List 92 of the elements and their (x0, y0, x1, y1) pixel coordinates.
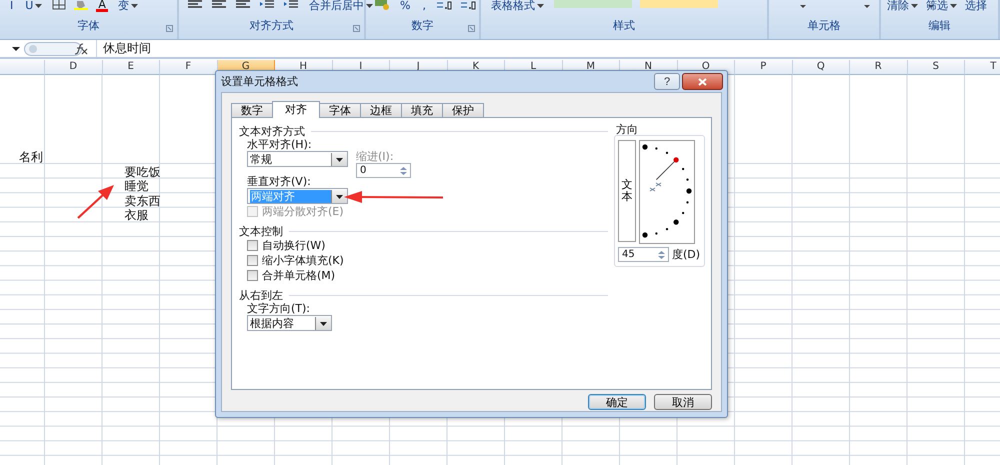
caret-icon (331, 190, 347, 202)
section-title: 文本控制 (239, 224, 283, 238)
caret-icon (950, 4, 957, 8)
ribbon-button[interactable]: I (8, 0, 16, 12)
decimal-icon[interactable] (436, 0, 452, 10)
ribbon-button[interactable]: 选择 (963, 0, 989, 12)
section-title: 从右到左 (239, 288, 283, 302)
decimal-icon[interactable] (460, 0, 476, 10)
field-label: 垂直对齐(V): (247, 175, 312, 188)
cell-text: 要吃饭 (124, 164, 160, 179)
ribbon-dropdown[interactable]: 变 (116, 0, 140, 12)
caret-icon (130, 4, 138, 8)
group-label: 样式 (612, 19, 636, 33)
ribbon-dropdown[interactable]: 筛选 (924, 0, 959, 12)
degrees-spinner[interactable]: 45 (618, 247, 669, 262)
group-label: 对齐方式 (248, 19, 294, 33)
field-label: 度(D) (672, 247, 700, 262)
caret-icon (315, 316, 331, 330)
checkbox[interactable] (247, 255, 258, 266)
ribbon-dropdown[interactable]: 清除 (885, 0, 920, 12)
style-swatch[interactable] (640, 0, 718, 8)
caret-icon[interactable] (12, 46, 20, 52)
checkbox[interactable] (247, 240, 258, 251)
section-title: 方向 (616, 124, 639, 135)
indent-icon[interactable] (259, 0, 275, 10)
checkbox-label: 缩小字体填充(K) (262, 253, 344, 268)
caret-icon (366, 4, 373, 8)
align-icon[interactable] (211, 0, 227, 10)
dialog-button[interactable]: 确定 (588, 394, 646, 410)
ribbon-dropdown[interactable]: U (23, 0, 44, 12)
cell-text: 名利 (19, 150, 44, 164)
tab[interactable]: 字体 (319, 103, 361, 117)
column-header[interactable]: D (45, 60, 102, 75)
section-title: 文本对齐方式 (239, 124, 305, 138)
orientation-dial[interactable] (639, 140, 695, 244)
close-icon (698, 78, 707, 86)
checkbox-label: 合并单元格(M) (262, 268, 336, 283)
formula-input[interactable]: 休息时间 (96, 40, 1000, 57)
tab[interactable]: 边框 (360, 103, 402, 117)
annotation-arrow (76, 184, 116, 220)
tab[interactable]: 填充 (401, 103, 443, 117)
tab[interactable]: 对齐 (272, 101, 320, 118)
close-button[interactable] (682, 73, 723, 90)
column-header[interactable]: P (735, 60, 792, 75)
field-label: 缩进(I): (356, 150, 395, 163)
caret-icon (537, 4, 544, 8)
cell-text: 卖东西 (124, 194, 160, 208)
caret-icon[interactable] (927, 4, 935, 10)
field-label: 文字方向(T): (247, 302, 312, 315)
indent-icon[interactable] (283, 0, 299, 10)
style-swatch[interactable] (554, 0, 632, 8)
ribbon-dropdown[interactable]: 表格格式 (489, 0, 546, 12)
column-header[interactable]: E (102, 60, 160, 75)
fill-bucket-icon[interactable] (74, 0, 88, 10)
help-button[interactable]: ? (654, 73, 680, 90)
font-color-button[interactable]: A (96, 0, 108, 12)
border-icon[interactable] (52, 0, 66, 10)
tab[interactable]: 保护 (442, 103, 484, 117)
checkbox-label: 两端分散对齐(E) (262, 204, 344, 219)
group-label: 单元格 (806, 19, 842, 33)
caret-icon[interactable] (863, 4, 871, 10)
currency-icon[interactable] (374, 0, 390, 10)
ribbon-button[interactable]: , (420, 0, 428, 12)
cell-text: 衣服 (124, 208, 148, 222)
checkbox[interactable] (247, 270, 258, 281)
checkbox-label: 自动换行(W) (262, 238, 326, 253)
field-label: 水平对齐(H): (247, 138, 313, 151)
cell-text: 睡觉 (124, 179, 148, 194)
column-header[interactable]: S (908, 60, 965, 75)
horizontal-select[interactable]: 常规 (247, 151, 348, 167)
dialog-button[interactable]: 取消 (654, 394, 712, 410)
align-icon[interactable] (187, 0, 203, 10)
function-icon[interactable] (74, 42, 88, 54)
column-header[interactable]: T (965, 60, 1000, 75)
vertical-text-button[interactable]: 文本 (618, 140, 636, 242)
ribbon-dropdown[interactable]: 合并后居中 (307, 0, 375, 12)
ribbon-button[interactable]: % (398, 0, 412, 12)
caret-icon[interactable] (799, 4, 807, 10)
column-header[interactable]: R (850, 60, 908, 75)
group-label: 编辑 (928, 19, 952, 33)
column-header[interactable]: Q (792, 60, 850, 75)
column-header[interactable]: F (160, 60, 218, 75)
direction-select[interactable]: 根据内容 (247, 315, 332, 331)
tab[interactable]: 数字 (231, 103, 273, 117)
caret-icon (331, 152, 347, 166)
caret-icon (911, 4, 918, 8)
splitter-handle[interactable] (24, 42, 82, 56)
caret-icon (35, 4, 42, 8)
group-label: 数字 (410, 19, 434, 33)
group-label: 字体 (76, 19, 100, 33)
align-icon[interactable] (235, 0, 251, 10)
dialog-title: 设置单元格格式 (221, 74, 299, 89)
